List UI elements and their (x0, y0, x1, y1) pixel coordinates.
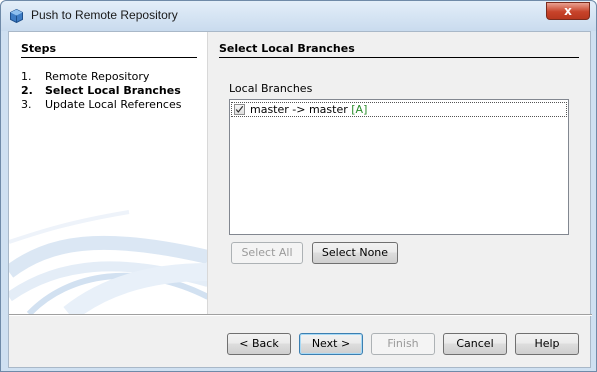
step-remote-repository: 1. Remote Repository (21, 70, 149, 83)
select-none-button[interactable]: Select None (312, 242, 398, 264)
cancel-button[interactable]: Cancel (443, 333, 507, 355)
page-title-divider (219, 57, 579, 58)
steps-title: Steps (21, 42, 57, 55)
next-button[interactable]: Next > (299, 333, 363, 355)
step-label: Update Local References (45, 98, 182, 111)
steps-divider (21, 57, 197, 58)
branch-checkbox[interactable] (234, 104, 245, 115)
close-icon: x (564, 4, 572, 18)
select-all-button[interactable]: Select All (231, 242, 303, 264)
dialog-window: Push to Remote Repository x Steps 1. Remo… (0, 0, 597, 372)
netbeans-cube-icon (10, 9, 23, 23)
step-select-local-branches: 2. Select Local Branches (21, 84, 181, 97)
branch-status-tag: [A] (351, 103, 368, 116)
steps-panel: Steps 1. Remote Repository 2. Select Local… (9, 32, 208, 314)
wizard-watermark-graphic (9, 210, 207, 314)
step-label: Select Local Branches (45, 84, 181, 97)
dialog-body: Steps 1. Remote Repository 2. Select Local… (8, 31, 592, 368)
step-number: 3. (21, 98, 32, 111)
window-title: Push to Remote Repository (31, 8, 178, 22)
local-branches-label: Local Branches (229, 82, 313, 95)
help-button[interactable]: Help (515, 333, 579, 355)
branch-name: master -> master (250, 103, 348, 116)
list-item[interactable]: master -> master [A] (231, 102, 567, 117)
back-button[interactable]: < Back (227, 333, 291, 355)
step-number: 1. (21, 70, 32, 83)
step-label: Remote Repository (45, 70, 150, 83)
page-title: Select Local Branches (219, 42, 355, 55)
step-number: 2. (21, 84, 33, 97)
title-bar[interactable]: Push to Remote Repository x (1, 1, 596, 31)
checkmark-icon (235, 105, 244, 113)
close-button[interactable]: x (546, 2, 590, 20)
step-update-local-references: 3. Update Local References (21, 98, 181, 111)
local-branches-list[interactable]: master -> master [A] (229, 99, 569, 235)
finish-button[interactable]: Finish (371, 333, 435, 355)
footer-divider-highlight (9, 315, 592, 316)
